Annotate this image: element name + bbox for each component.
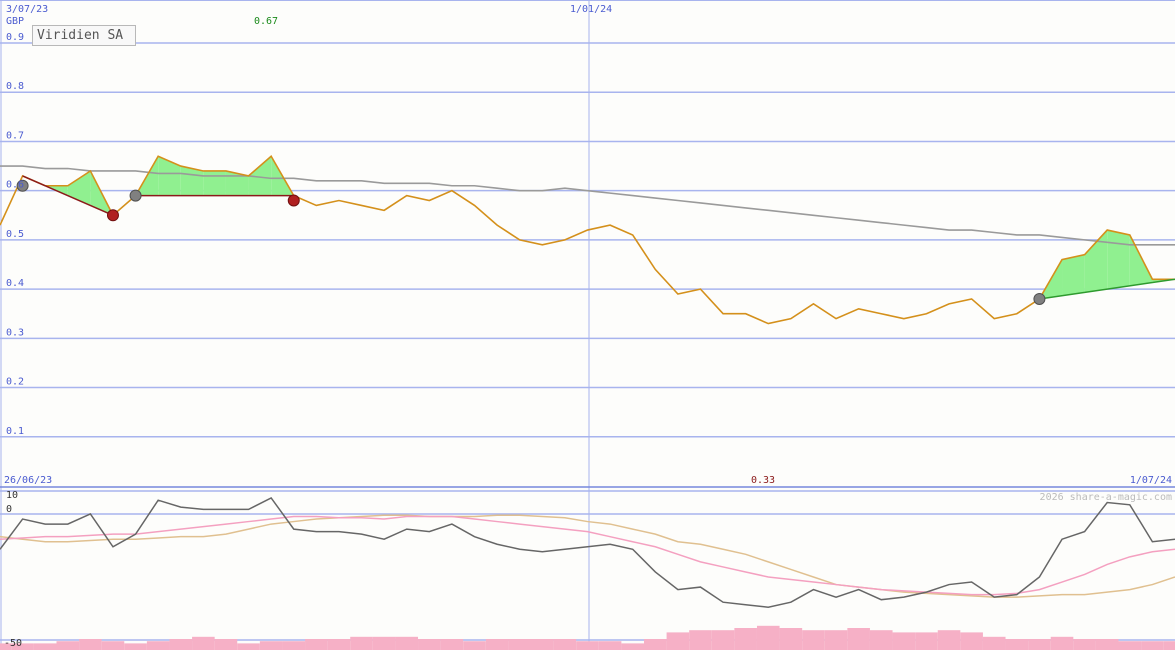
volume-bar xyxy=(508,639,532,650)
volume-bar xyxy=(1005,639,1029,650)
volume-bar xyxy=(237,643,260,650)
volume-bar xyxy=(531,639,554,650)
volume-bar xyxy=(1050,636,1074,650)
volume-bar xyxy=(1163,641,1175,650)
date-start-label: 3/07/23 xyxy=(6,4,48,15)
price-tick-label: 0.2 xyxy=(6,377,24,388)
volume-bar xyxy=(146,641,170,650)
volume-bar xyxy=(418,639,441,650)
high-value-label: 0.67 xyxy=(254,16,278,27)
low-value-label: 0.33 xyxy=(751,475,775,486)
volume-bar xyxy=(327,639,351,650)
volume-bar xyxy=(824,630,848,650)
volume-bar xyxy=(79,639,102,650)
signal-marker xyxy=(1033,292,1046,305)
lower-date-start-label: 26/06/23 xyxy=(4,475,52,486)
volume-bar xyxy=(56,641,80,650)
price-tick-label: 0.7 xyxy=(6,130,24,141)
signal-fill xyxy=(203,170,226,196)
volume-bar xyxy=(1118,641,1142,650)
volume-bar xyxy=(463,641,486,650)
volume-bar xyxy=(869,630,893,650)
volume-bar xyxy=(892,632,916,650)
company-name-box: Viridien SA xyxy=(32,25,136,46)
volume-bar xyxy=(259,641,283,650)
volume-bar xyxy=(643,639,667,650)
osc-y-top-label: 10 xyxy=(6,490,18,501)
volume-bar xyxy=(169,639,193,650)
volume-bar xyxy=(214,639,238,650)
volume-bar xyxy=(1141,641,1164,650)
volume-bar xyxy=(621,643,644,650)
volume-bar xyxy=(576,641,599,650)
volume-bar xyxy=(711,630,735,650)
price-tick-label: 0.4 xyxy=(6,278,24,289)
volume-bar xyxy=(101,641,125,650)
date-mid-label: 1/01/24 xyxy=(570,4,612,15)
price-tick-label: 0.8 xyxy=(6,81,24,92)
volume-bar xyxy=(689,630,712,650)
volume-bar xyxy=(960,632,983,650)
volume-bar xyxy=(1095,639,1119,650)
signal-marker xyxy=(129,189,142,202)
volume-bar xyxy=(847,628,870,650)
osc-y-zero-label: 0 xyxy=(6,504,12,515)
volume-bar xyxy=(598,641,622,650)
copyright-label: 2026 share-a-magic.com xyxy=(1040,492,1172,503)
price-tick-label: 0.3 xyxy=(6,327,24,338)
volume-bar xyxy=(982,636,1006,650)
volume-bar xyxy=(192,636,215,650)
volume-bar xyxy=(1073,639,1096,650)
signal-marker xyxy=(287,194,300,207)
volume-bar xyxy=(124,643,147,650)
volume-bar xyxy=(440,639,464,650)
volume-bar xyxy=(734,628,757,650)
volume-bar xyxy=(395,636,419,650)
price-tick-label: 0.5 xyxy=(6,229,24,240)
price-tick-label: 0.1 xyxy=(6,426,24,437)
signal-fill xyxy=(1062,254,1085,296)
volume-bar xyxy=(937,630,961,650)
volume-bar xyxy=(372,636,396,650)
volume-bar xyxy=(553,639,577,650)
volume-bar xyxy=(282,641,306,650)
signal-fill xyxy=(1107,230,1130,290)
price-tick-label: 0.9 xyxy=(6,32,24,43)
volume-bar xyxy=(305,639,328,650)
currency-label: GBP xyxy=(6,16,24,27)
lower-date-end-label: 1/07/24 xyxy=(1130,475,1172,486)
volume-bar xyxy=(33,643,57,650)
stock-chart: 0.1 0.2 0.3 0.4 0.5 0.6 0.7 0.8 0.9 3/07/23 1/01… xyxy=(0,0,1175,650)
volume-bar xyxy=(485,639,509,650)
signal-marker xyxy=(106,209,119,222)
volume-bar xyxy=(802,630,825,650)
price-tick-label: 0.6 xyxy=(6,180,24,191)
volume-bar xyxy=(1028,639,1051,650)
volume-bar xyxy=(666,632,690,650)
osc-y-bottom-label: -50 xyxy=(4,638,22,649)
volume-bar xyxy=(350,636,373,650)
volume-bar xyxy=(915,632,938,650)
volume-bar xyxy=(779,628,803,650)
volume-bar xyxy=(756,625,780,650)
